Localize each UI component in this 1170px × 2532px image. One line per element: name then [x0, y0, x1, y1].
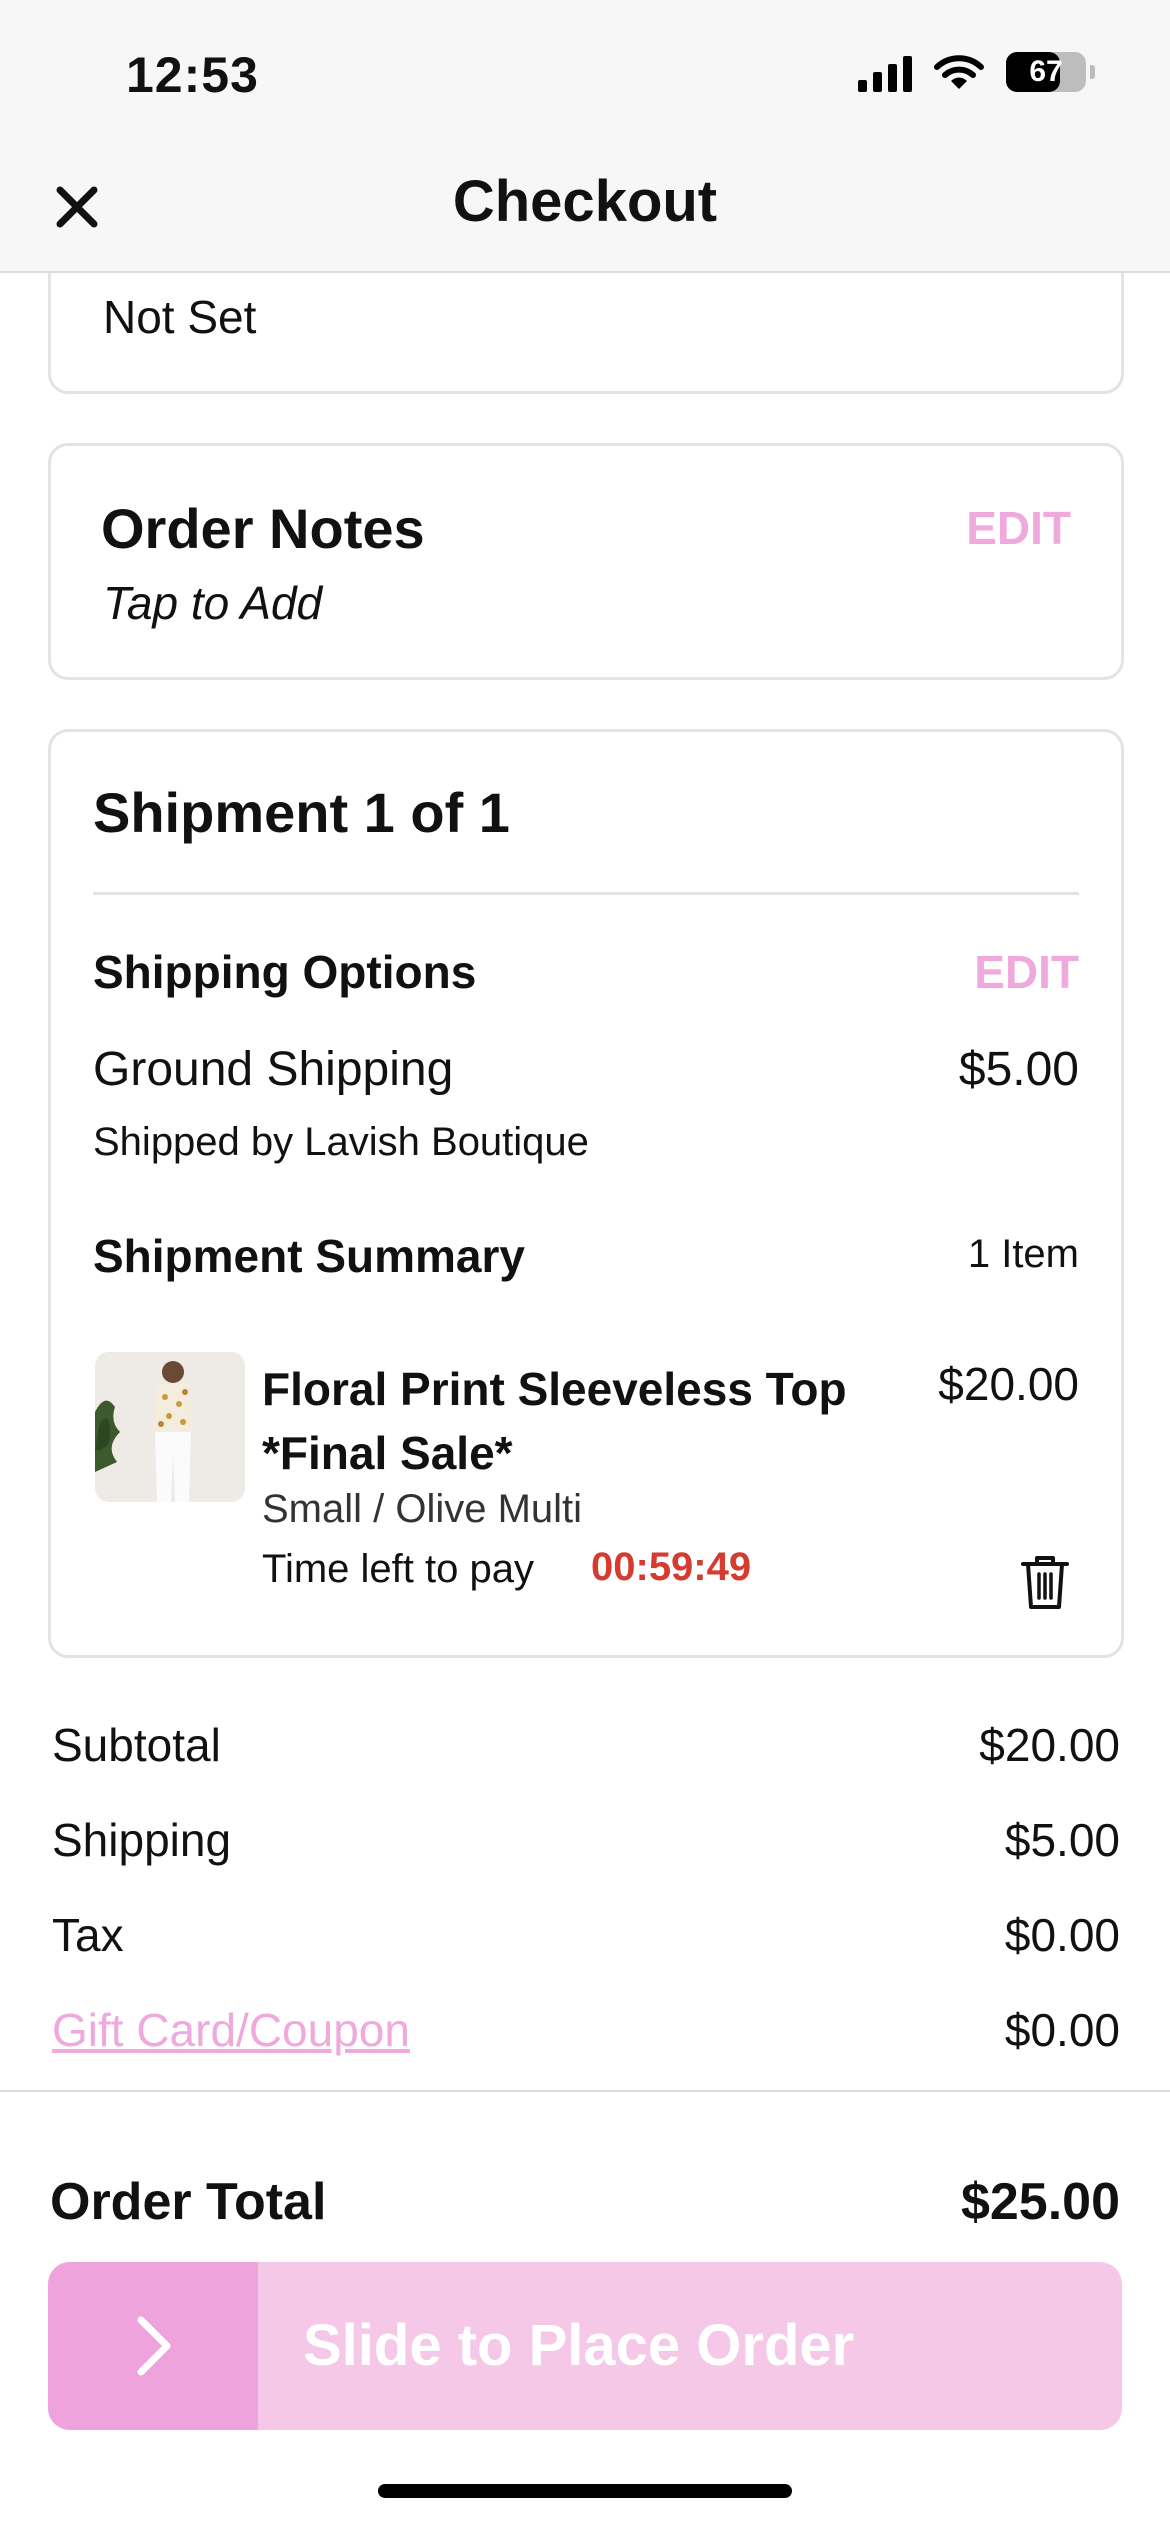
tax-row: Tax $0.00: [52, 1908, 1120, 1968]
shipment-summary-label: Shipment Summary: [93, 1230, 525, 1282]
status-icons: 67: [858, 52, 1095, 92]
slider-handle[interactable]: [48, 2262, 258, 2430]
timer-label: Time left to pay: [262, 1547, 534, 1591]
order-notes-edit-button[interactable]: EDIT: [966, 501, 1071, 555]
shipping-method: Ground Shipping: [93, 1043, 454, 1096]
battery-icon: 67: [1006, 52, 1095, 92]
order-total-label: Order Total: [50, 2173, 327, 2231]
product-image: [95, 1352, 245, 1502]
wifi-icon: [934, 55, 984, 89]
shipping-method-price: $5.00: [958, 1043, 1079, 1096]
tax-value: $0.00: [1004, 1909, 1120, 1961]
coupon-row: Gift Card/Coupon $0.00: [52, 2003, 1120, 2063]
item-count: 1 Item: [967, 1232, 1079, 1276]
shipping-label: Shipping: [52, 1814, 232, 1866]
shipping-row: Shipping $5.00: [52, 1813, 1120, 1873]
shipping-value: $5.00: [1004, 1814, 1120, 1866]
home-indicator: [378, 2484, 792, 2498]
shipment-title: Shipment 1 of 1: [93, 781, 510, 844]
order-total-value: $25.00: [960, 2173, 1120, 2231]
order-notes-hint[interactable]: Tap to Add: [103, 576, 322, 630]
tax-label: Tax: [52, 1909, 124, 1961]
chevron-right-icon: [137, 2316, 171, 2376]
order-total-panel: Order Total $25.00 Slide to Place Order: [0, 2090, 1170, 2532]
page-title: Checkout: [452, 169, 718, 234]
place-order-slider[interactable]: Slide to Place Order: [48, 2262, 1122, 2430]
header: 12:53 67 Checkout: [0, 0, 1170, 273]
status-time: 12:53: [126, 47, 259, 103]
product-name[interactable]: Floral Print Sleeveless Top *Final Sale*: [262, 1357, 872, 1485]
product-price: $20.00: [938, 1358, 1079, 1410]
signal-icon: [858, 52, 912, 92]
battery-percent: 67: [1029, 55, 1063, 88]
divider: [93, 892, 1079, 895]
timer-value: 00:59:49: [591, 1545, 752, 1589]
remove-item-button[interactable]: [1019, 1552, 1071, 1612]
shipment-card: Shipment 1 of 1 Shipping Options EDIT Gr…: [48, 729, 1124, 1658]
shipped-by: Shipped by Lavish Boutique: [93, 1120, 589, 1164]
subtotal-label: Subtotal: [52, 1719, 221, 1771]
product-variant: Small / Olive Multi: [262, 1487, 583, 1531]
order-notes-card[interactable]: Order Notes Tap to Add EDIT: [48, 443, 1124, 680]
place-order-label: Slide to Place Order: [303, 2313, 855, 2378]
shipping-options-edit-button[interactable]: EDIT: [974, 945, 1079, 999]
gift-card-coupon-link[interactable]: Gift Card/Coupon: [52, 2003, 410, 2057]
address-value: Not Set: [103, 291, 257, 343]
subtotal-row: Subtotal $20.00: [52, 1718, 1120, 1778]
order-notes-title: Order Notes: [101, 497, 425, 560]
subtotal-value: $20.00: [979, 1719, 1120, 1771]
coupon-value: $0.00: [1004, 2004, 1120, 2056]
shipping-options-label: Shipping Options: [93, 946, 477, 998]
product-thumbnail[interactable]: [95, 1352, 245, 1502]
trash-icon: [1021, 1556, 1069, 1609]
checkout-screen: 12:53 67 Checkout Not Set Order Notes Ta…: [0, 0, 1170, 2532]
